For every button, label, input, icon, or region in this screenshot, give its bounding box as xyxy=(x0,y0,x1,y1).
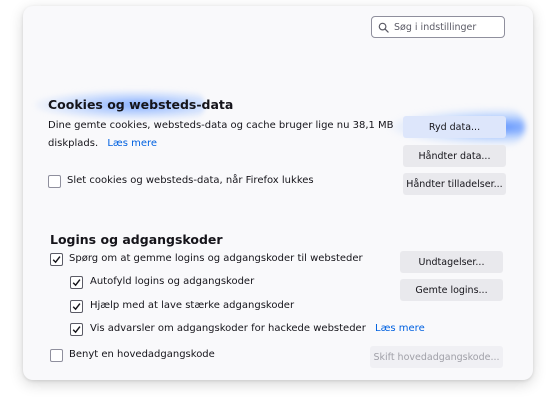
ask-to-save-checkbox[interactable] xyxy=(50,253,63,266)
checkmark-icon xyxy=(72,303,81,311)
suggest-strong-label: Hjælp med at lave stærke adgangskoder xyxy=(90,300,295,311)
settings-panel: Cookies og websteds-data Dine gemte cook… xyxy=(23,6,533,380)
breach-alerts-checkbox[interactable] xyxy=(70,323,83,336)
search-input[interactable] xyxy=(394,21,504,33)
primary-password-label: Benyt en hovedadgangskode xyxy=(69,349,215,360)
checkmark-icon xyxy=(72,326,81,334)
search-icon xyxy=(378,22,389,33)
saved-logins-button[interactable]: Gemte logins... xyxy=(400,279,503,301)
manage-permissions-button[interactable]: Håndter tilladelser... xyxy=(403,173,506,195)
clear-data-button[interactable]: Ryd data... xyxy=(403,116,506,138)
manage-data-button[interactable]: Håndter data... xyxy=(403,145,506,167)
autofill-label: Autofyld logins og adgangskoder xyxy=(90,276,255,287)
suggest-strong-checkbox[interactable] xyxy=(70,300,83,313)
checkmark-icon xyxy=(72,279,81,287)
settings-search-box[interactable] xyxy=(371,16,505,38)
logins-heading: Logins og adgangskoder xyxy=(50,232,223,247)
change-primary-password-button[interactable]: Skift hovedadgangskode... xyxy=(370,346,503,368)
delete-on-close-checkbox[interactable] xyxy=(48,175,61,188)
breach-alerts-learn-more-link[interactable]: Læs mere xyxy=(375,323,425,334)
cookies-description-line1: Dine gemte cookies, websteds-data og cac… xyxy=(48,120,394,131)
exceptions-button[interactable]: Undtagelser... xyxy=(400,251,503,273)
checkmark-icon xyxy=(52,256,61,264)
cookies-description-line2: diskplads. xyxy=(48,138,99,149)
delete-on-close-label: Slet cookies og websteds-data, når Firef… xyxy=(67,175,314,186)
cookies-learn-more-link[interactable]: Læs mere xyxy=(107,138,157,149)
ask-to-save-label: Spørg om at gemme logins og adgangskoder… xyxy=(69,253,363,264)
cookies-description-line2-row: diskplads. Læs mere xyxy=(48,135,157,153)
cookies-heading: Cookies og websteds-data xyxy=(48,97,234,112)
autofill-checkbox[interactable] xyxy=(70,276,83,289)
breach-alerts-row: Vis advarsler om adgangskoder for hacked… xyxy=(90,323,425,334)
breach-alerts-label: Vis advarsler om adgangskoder for hacked… xyxy=(90,323,366,334)
primary-password-checkbox[interactable] xyxy=(50,349,63,362)
